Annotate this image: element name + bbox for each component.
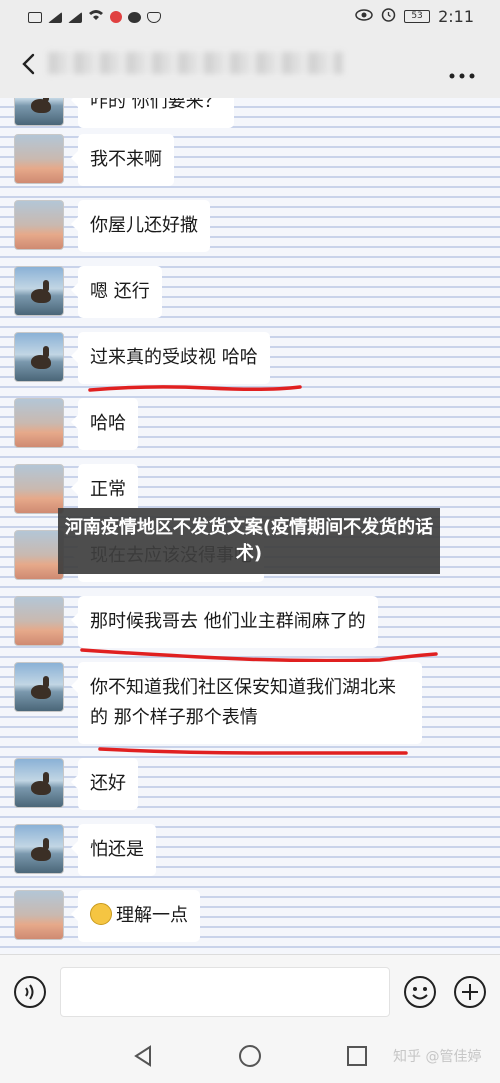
signal-4g-icon bbox=[48, 11, 62, 23]
message-bubble[interactable]: 理解一点 bbox=[71, 890, 200, 942]
message-row: 我不来啊 bbox=[14, 134, 174, 186]
nav-home-icon[interactable] bbox=[238, 1044, 262, 1068]
message-row: 理解一点 bbox=[14, 890, 200, 942]
message-bubble[interactable]: 你屋儿还好撒 bbox=[71, 200, 210, 252]
avatar[interactable] bbox=[14, 596, 64, 646]
message-bubble[interactable]: 怕还是 bbox=[71, 824, 156, 876]
message-row: 哈哈 bbox=[14, 398, 138, 450]
message-row: 还好 bbox=[14, 758, 138, 810]
red-underline bbox=[98, 747, 408, 755]
eye-icon bbox=[355, 8, 373, 25]
title-overlay-banner: 河南疫情地区不发货文案(疫情期间不发货的话术) bbox=[58, 508, 440, 574]
message-bubble[interactable]: 咋的 你们要来？ bbox=[71, 98, 234, 128]
message-row: 过来真的受歧视 哈哈 bbox=[14, 332, 270, 384]
input-bar bbox=[0, 954, 500, 1029]
message-row: 那时候我哥去 他们业主群闹麻了的 bbox=[14, 596, 378, 648]
watermark: 知乎 @管佳婷 bbox=[393, 1049, 482, 1065]
message-row: 你不知道我们社区保安知道我们湖北来的 那个样子那个表情 bbox=[14, 662, 422, 744]
status-bar: 53 2:11 bbox=[0, 0, 500, 34]
avatar[interactable] bbox=[14, 98, 64, 126]
app-notification-icon bbox=[110, 11, 122, 23]
avatar[interactable] bbox=[14, 758, 64, 808]
message-row: 怕还是 bbox=[14, 824, 156, 876]
back-arrow-icon[interactable] bbox=[18, 52, 40, 76]
message-row: 你屋儿还好撒 bbox=[14, 200, 210, 252]
avatar[interactable] bbox=[14, 266, 64, 316]
battery-icon: 53 bbox=[404, 10, 431, 23]
message-bubble[interactable]: 过来真的受歧视 哈哈 bbox=[71, 332, 270, 384]
chat-title-obscured bbox=[48, 52, 343, 74]
message-bubble[interactable]: 那时候我哥去 他们业主群闹麻了的 bbox=[71, 596, 378, 648]
wifi-icon bbox=[88, 9, 104, 25]
message-row: 嗯 还行 bbox=[14, 266, 162, 318]
message-input[interactable] bbox=[60, 967, 390, 1017]
emoji-icon[interactable] bbox=[403, 975, 437, 1009]
message-bubble[interactable]: 你不知道我们社区保安知道我们湖北来的 那个样子那个表情 bbox=[71, 662, 422, 744]
avatar[interactable] bbox=[14, 464, 64, 514]
message-row: 咋的 你们要来？ bbox=[14, 98, 234, 128]
voice-icon[interactable] bbox=[13, 975, 47, 1009]
red-underline bbox=[88, 385, 302, 392]
message-text: 理解一点 bbox=[116, 905, 188, 926]
message-bubble[interactable]: 还好 bbox=[71, 758, 138, 810]
grin-emoji-icon bbox=[90, 903, 112, 925]
chat-notification-icon bbox=[128, 11, 141, 23]
hd-icon bbox=[28, 11, 42, 23]
avatar[interactable] bbox=[14, 200, 64, 250]
more-icon[interactable] bbox=[448, 64, 476, 79]
avatar[interactable] bbox=[14, 332, 64, 382]
avatar[interactable] bbox=[14, 530, 64, 580]
message-bubble[interactable]: 哈哈 bbox=[71, 398, 138, 450]
alarm-icon bbox=[381, 7, 396, 26]
avatar[interactable] bbox=[14, 134, 64, 184]
avatar[interactable] bbox=[14, 662, 64, 712]
chat-header bbox=[0, 34, 500, 98]
message-bubble[interactable]: 我不来啊 bbox=[71, 134, 174, 186]
avatar[interactable] bbox=[14, 890, 64, 940]
message-bubble[interactable]: 嗯 还行 bbox=[71, 266, 162, 318]
nav-recents-icon[interactable] bbox=[345, 1044, 369, 1068]
signal-2g-icon bbox=[68, 11, 82, 23]
avatar[interactable] bbox=[14, 824, 64, 874]
avatar[interactable] bbox=[14, 398, 64, 448]
clock: 2:11 bbox=[438, 7, 474, 26]
plus-icon[interactable] bbox=[453, 975, 487, 1009]
shield-icon bbox=[147, 11, 161, 23]
nav-back-icon[interactable] bbox=[131, 1044, 155, 1068]
